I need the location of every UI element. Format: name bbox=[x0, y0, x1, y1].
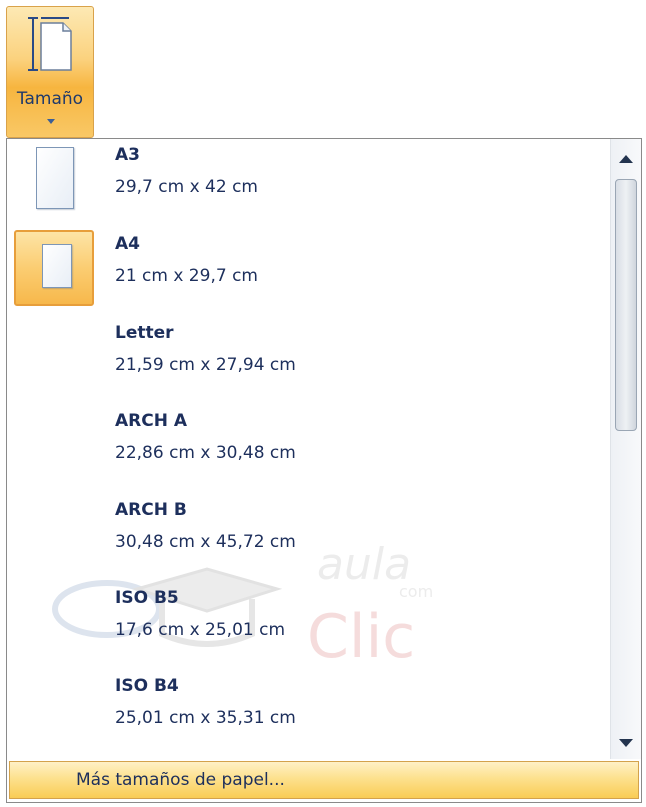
paper-size-dimensions: 17,6 cm x 25,01 cm bbox=[115, 620, 286, 640]
paper-size-item-iso-b5[interactable]: ISO B5 17,6 cm x 25,01 cm bbox=[11, 582, 601, 666]
size-button-label: Tamaño bbox=[16, 89, 84, 109]
paper-size-name: ARCH A bbox=[115, 411, 188, 431]
paper-size-name: Letter bbox=[115, 323, 174, 343]
paper-size-item-a4[interactable]: A4 21 cm x 29,7 cm bbox=[11, 228, 601, 312]
paper-size-list: A3 29,7 cm x 42 cm A4 21 cm x 29,7 cm Le… bbox=[7, 139, 607, 759]
more-paper-sizes-button[interactable]: Más tamaños de papel... bbox=[9, 761, 639, 799]
dropdown-arrow-icon bbox=[47, 119, 55, 124]
paper-size-dimensions: 30,48 cm x 45,72 cm bbox=[115, 532, 296, 552]
paper-size-name: A3 bbox=[115, 145, 140, 165]
paper-size-item-a3[interactable]: A3 29,7 cm x 42 cm bbox=[11, 139, 601, 223]
page-size-icon bbox=[28, 17, 72, 71]
selected-highlight bbox=[14, 230, 94, 306]
paper-size-dimensions: 22,86 cm x 30,48 cm bbox=[115, 443, 296, 463]
page-thumbnail-icon bbox=[42, 244, 72, 288]
scroll-up-arrow-icon[interactable] bbox=[619, 155, 633, 163]
paper-size-item-iso-b4[interactable]: ISO B4 25,01 cm x 35,31 cm bbox=[11, 670, 601, 754]
vertical-scrollbar[interactable] bbox=[610, 139, 641, 759]
paper-size-dimensions: 25,01 cm x 35,31 cm bbox=[115, 708, 296, 728]
paper-size-dropdown: aula com Clic A3 29,7 cm x 42 cm A4 21 c… bbox=[6, 138, 642, 803]
paper-size-name: A4 bbox=[115, 234, 140, 254]
paper-size-item-arch-a[interactable]: ARCH A 22,86 cm x 30,48 cm bbox=[11, 405, 601, 489]
paper-size-dimensions: 21,59 cm x 27,94 cm bbox=[115, 355, 296, 375]
paper-size-item-letter[interactable]: Letter 21,59 cm x 27,94 cm bbox=[11, 317, 601, 401]
size-button[interactable]: Tamaño bbox=[6, 6, 94, 138]
paper-size-name: ARCH B bbox=[115, 500, 187, 520]
paper-size-dimensions: 29,7 cm x 42 cm bbox=[115, 177, 258, 197]
scrollbar-thumb[interactable] bbox=[615, 179, 637, 431]
more-paper-sizes-label: Más tamaños de papel... bbox=[76, 770, 285, 790]
paper-size-item-arch-b[interactable]: ARCH B 30,48 cm x 45,72 cm bbox=[11, 494, 601, 578]
paper-size-name: ISO B4 bbox=[115, 676, 179, 696]
page-thumbnail-icon bbox=[36, 147, 74, 209]
paper-size-dimensions: 21 cm x 29,7 cm bbox=[115, 266, 258, 286]
paper-size-name: ISO B5 bbox=[115, 588, 179, 608]
scroll-down-arrow-icon[interactable] bbox=[619, 739, 633, 747]
